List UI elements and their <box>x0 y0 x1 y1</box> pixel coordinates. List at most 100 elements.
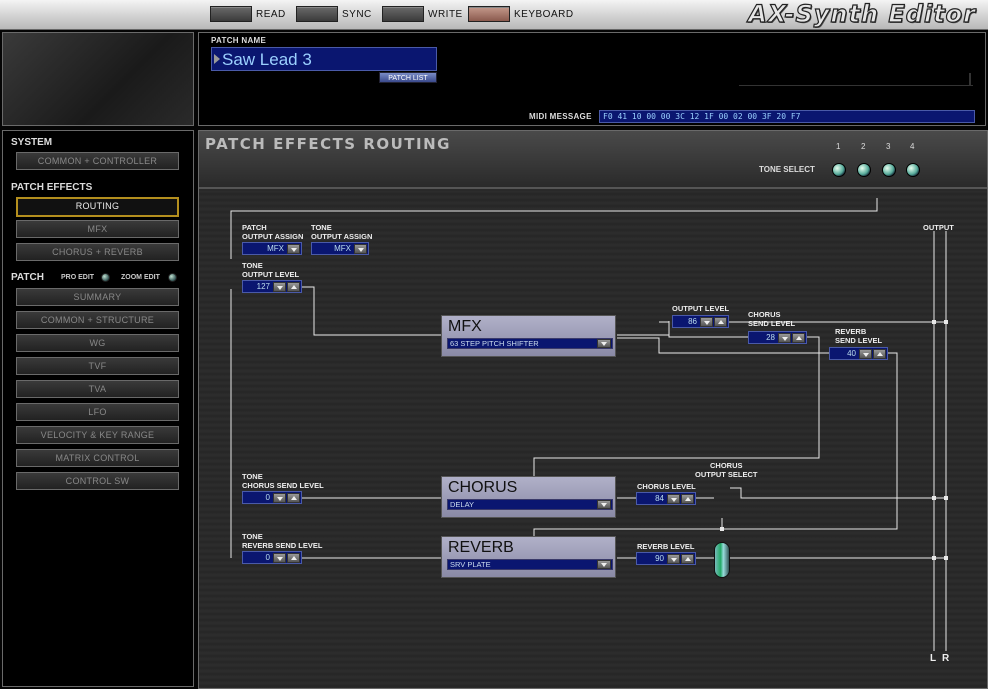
mfx-reverb-send-spinner[interactable]: 40 <box>829 347 888 360</box>
tone-chorus-send-spinner[interactable]: 0 <box>242 491 302 504</box>
tone-select-label: TONE SELECT <box>759 165 815 174</box>
nav-wg[interactable]: WG <box>16 334 179 352</box>
reverb-type-select[interactable]: SRV PLATE <box>447 559 613 570</box>
nav-chorus-reverb[interactable]: CHORUS + REVERB <box>16 243 179 261</box>
mfx-chorus-send-spinner[interactable]: 28 <box>748 331 807 344</box>
mfx-output-level-spinner[interactable]: 86 <box>672 315 729 328</box>
reverb-level-spinner[interactable]: 90 <box>636 552 696 565</box>
wire-to-mfx <box>302 286 441 336</box>
nav-routing[interactable]: ROUTING <box>16 197 179 217</box>
mfx-block: MFX 63 STEP PITCH SHIFTER <box>441 315 616 357</box>
app-window: READ SYNC WRITE KEYBOARD AX-Synth Editor… <box>0 0 988 689</box>
decrement-arrow-icon[interactable] <box>700 316 713 327</box>
pro-edit-label: PRO EDIT <box>61 274 95 281</box>
increment-arrow-icon[interactable] <box>714 316 727 327</box>
tone-number-2: 2 <box>861 142 866 151</box>
tone-number-1: 1 <box>836 142 841 151</box>
read-label: READ <box>256 8 286 20</box>
tone-output-level-label: TONE OUTPUT LEVEL <box>242 261 300 279</box>
patch-list-button[interactable]: PATCH LIST <box>379 72 437 83</box>
patch-output-assign-select[interactable]: MFX <box>242 242 302 255</box>
decrement-arrow-icon[interactable] <box>667 553 680 564</box>
system-heading: SYSTEM <box>11 137 53 148</box>
chevron-down-icon[interactable] <box>597 500 611 509</box>
nav-lfo[interactable]: LFO <box>16 403 179 421</box>
increment-arrow-icon[interactable] <box>681 553 694 564</box>
top-toolbar: READ SYNC WRITE KEYBOARD AX-Synth Editor <box>0 0 988 30</box>
patch-effects-heading: PATCH EFFECTS <box>11 182 93 193</box>
nav-control-sw[interactable]: CONTROL SW <box>16 472 179 490</box>
wire-chorus-send-down <box>533 336 820 477</box>
increment-arrow-icon[interactable] <box>287 492 300 503</box>
increment-arrow-icon[interactable] <box>287 281 300 292</box>
routing-header: PATCH EFFECTS ROUTING 1 2 3 4 TONE SELEC… <box>199 131 987 189</box>
patch-name-label: PATCH NAME <box>211 36 267 45</box>
nav-velocity-key-range[interactable]: VELOCITY & KEY RANGE <box>16 426 179 444</box>
mfx-output-level-label: OUTPUT LEVEL <box>672 304 730 313</box>
mfx-chorus-send-label: CHORUS SEND LEVEL <box>748 310 796 328</box>
patch-output-assign-label: PATCH OUTPUT ASSIGN <box>242 223 304 241</box>
increment-arrow-icon[interactable] <box>681 493 694 504</box>
chorus-block: CHORUS DELAY <box>441 476 616 518</box>
app-title-logo: AX-Synth Editor <box>748 0 976 29</box>
tone-reverb-send-label: TONE REVERB SEND LEVEL <box>242 532 323 550</box>
nav-summary[interactable]: SUMMARY <box>16 288 179 306</box>
routing-wires <box>230 198 948 651</box>
tone-reverb-send-spinner[interactable]: 0 <box>242 551 302 564</box>
chorus-title: CHORUS <box>448 479 518 496</box>
chorus-output-select-label: CHORUS OUTPUT SELECT <box>695 461 758 479</box>
chevron-down-icon[interactable] <box>597 560 611 569</box>
tone-output-level-spinner[interactable]: 127 <box>242 280 302 293</box>
increment-arrow-icon[interactable] <box>287 552 300 563</box>
output-label: OUTPUT <box>923 223 954 232</box>
tone-output-assign-label: TONE OUTPUT ASSIGN <box>311 223 373 241</box>
decrement-arrow-icon[interactable] <box>273 492 286 503</box>
decrement-arrow-icon[interactable] <box>667 493 680 504</box>
mfx-type-select[interactable]: 63 STEP PITCH SHIFTER <box>447 338 613 349</box>
tone-3-select-icon[interactable] <box>882 163 896 177</box>
page-title: PATCH EFFECTS ROUTING <box>205 135 451 153</box>
nav-matrix-control[interactable]: MATRIX CONTROL <box>16 449 179 467</box>
decrement-arrow-icon[interactable] <box>273 552 286 563</box>
pro-edit-toggle-icon[interactable] <box>101 273 110 282</box>
mfx-reverb-send-label: REVERB SEND LEVEL <box>835 327 883 345</box>
tone-4-select-icon[interactable] <box>906 163 920 177</box>
chorus-output-select-switch[interactable] <box>714 542 730 578</box>
nav-common-controller[interactable]: COMMON + CONTROLLER <box>16 152 179 170</box>
chorus-level-label: CHORUS LEVEL <box>637 482 696 491</box>
write-led-icon <box>382 6 424 22</box>
wire-chorus-to-output <box>730 487 937 499</box>
read-button[interactable]: READ <box>210 5 286 23</box>
zoom-edit-toggle-icon[interactable] <box>168 273 177 282</box>
patch-name-field[interactable]: Saw Lead 3 <box>211 47 437 71</box>
chorus-type-select[interactable]: DELAY <box>447 499 613 510</box>
routing-panel: PATCH EFFECTS ROUTING 1 2 3 4 TONE SELEC… <box>198 130 988 689</box>
tone-output-assign-select[interactable]: MFX <box>311 242 369 255</box>
nav-common-structure[interactable]: COMMON + STRUCTURE <box>16 311 179 329</box>
keyboard-led-icon <box>468 6 510 22</box>
write-button[interactable]: WRITE <box>382 5 463 23</box>
decrement-arrow-icon[interactable] <box>778 332 791 343</box>
nav-tva[interactable]: TVA <box>16 380 179 398</box>
increment-arrow-icon[interactable] <box>792 332 805 343</box>
decrement-arrow-icon[interactable] <box>859 348 872 359</box>
reverb-title: REVERB <box>448 539 514 556</box>
output-left-label: L <box>930 653 937 664</box>
nav-mfx[interactable]: MFX <box>16 220 179 238</box>
decrement-arrow-icon[interactable] <box>273 281 286 292</box>
dropdown-arrow-icon[interactable] <box>354 243 367 254</box>
keyboard-button[interactable]: KEYBOARD <box>468 5 574 23</box>
increment-arrow-icon[interactable] <box>873 348 886 359</box>
midi-message-field: F0 41 10 00 00 3C 12 1F 00 02 00 3F 20 F… <box>599 110 975 123</box>
dropdown-arrow-icon[interactable] <box>287 243 300 254</box>
divider <box>969 73 971 85</box>
chevron-down-icon[interactable] <box>597 339 611 348</box>
chorus-level-spinner[interactable]: 84 <box>636 492 696 505</box>
tone-2-select-icon[interactable] <box>857 163 871 177</box>
tone-1-select-icon[interactable] <box>832 163 846 177</box>
reverb-block: REVERB SRV PLATE <box>441 536 616 578</box>
tone-number-4: 4 <box>910 142 915 151</box>
sync-button[interactable]: SYNC <box>296 5 372 23</box>
sidebar: SYSTEM COMMON + CONTROLLER PATCH EFFECTS… <box>2 130 194 687</box>
nav-tvf[interactable]: TVF <box>16 357 179 375</box>
